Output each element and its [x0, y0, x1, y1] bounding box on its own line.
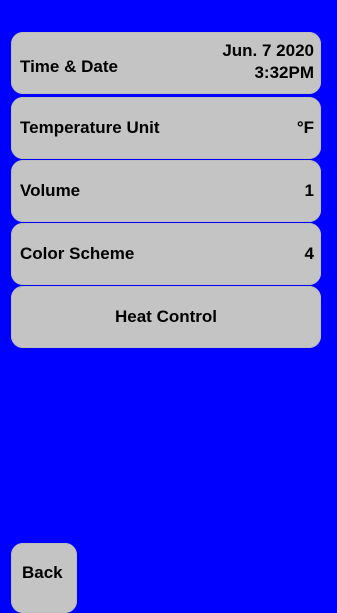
color-scheme-button[interactable]: Color Scheme 4	[11, 223, 321, 285]
color-scheme-value: 4	[304, 244, 314, 263]
time-date-button[interactable]: Time & Date Jun. 7 2020 3:32PM	[11, 32, 321, 94]
settings-screen: Time & Date Jun. 7 2020 3:32PM Temperatu…	[0, 0, 337, 613]
time-date-value: Jun. 7 2020 3:32PM	[222, 40, 314, 84]
time-value: 3:32PM	[254, 63, 314, 82]
heat-control-label: Heat Control	[115, 307, 217, 326]
volume-button[interactable]: Volume 1	[11, 160, 321, 222]
temperature-unit-button[interactable]: Temperature Unit °F	[11, 97, 321, 159]
color-scheme-label: Color Scheme	[20, 244, 135, 263]
volume-label: Volume	[20, 181, 81, 200]
date-value: Jun. 7 2020	[222, 41, 314, 60]
temperature-unit-label: Temperature Unit	[20, 118, 160, 137]
volume-value: 1	[304, 181, 314, 200]
heat-control-button[interactable]: Heat Control	[11, 286, 321, 348]
time-date-label: Time & Date	[20, 57, 118, 76]
back-button[interactable]: Back	[11, 543, 77, 613]
temperature-unit-value: °F	[296, 118, 314, 137]
back-label: Back	[22, 563, 63, 582]
